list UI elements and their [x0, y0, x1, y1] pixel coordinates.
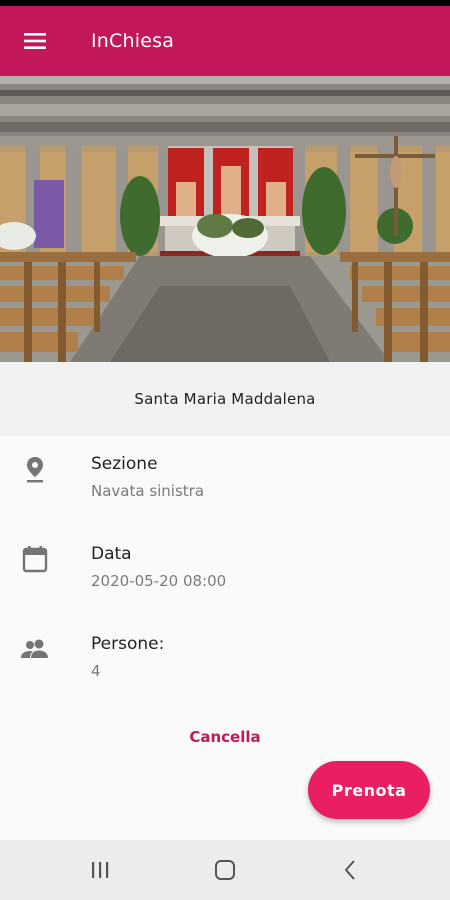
people-icon [20, 634, 50, 664]
location-pin-icon [20, 454, 50, 484]
back-icon [344, 860, 355, 880]
detail-row-section: Sezione Navata sinistra [0, 436, 450, 506]
app-bar: InChiesa [0, 6, 450, 76]
calendar-icon [20, 544, 50, 574]
home-icon [215, 860, 235, 880]
detail-row-date: Data 2020-05-20 08:00 [0, 526, 450, 596]
app-title: InChiesa [91, 30, 175, 52]
cancel-button[interactable]: Cancella [0, 722, 450, 752]
home-button[interactable] [185, 840, 265, 900]
detail-label: Data [91, 544, 132, 564]
recent-apps-button[interactable] [60, 840, 140, 900]
detail-value: Navata sinistra [91, 482, 205, 500]
detail-row-people: Persone: 4 [0, 616, 450, 686]
hamburger-menu-icon [24, 33, 46, 49]
recent-apps-icon [92, 862, 109, 878]
back-button[interactable] [310, 840, 390, 900]
detail-label: Sezione [91, 454, 158, 474]
detail-value: 2020-05-20 08:00 [91, 572, 227, 590]
detail-value: 4 [91, 662, 101, 680]
church-name: Santa Maria Maddalena [134, 390, 316, 408]
detail-label: Persone: [91, 634, 165, 654]
church-header: Santa Maria Maddalena [0, 362, 450, 436]
system-navigation-bar [0, 840, 450, 900]
church-image [0, 76, 450, 362]
menu-button[interactable] [0, 6, 70, 76]
book-button[interactable]: Prenota [308, 761, 430, 819]
